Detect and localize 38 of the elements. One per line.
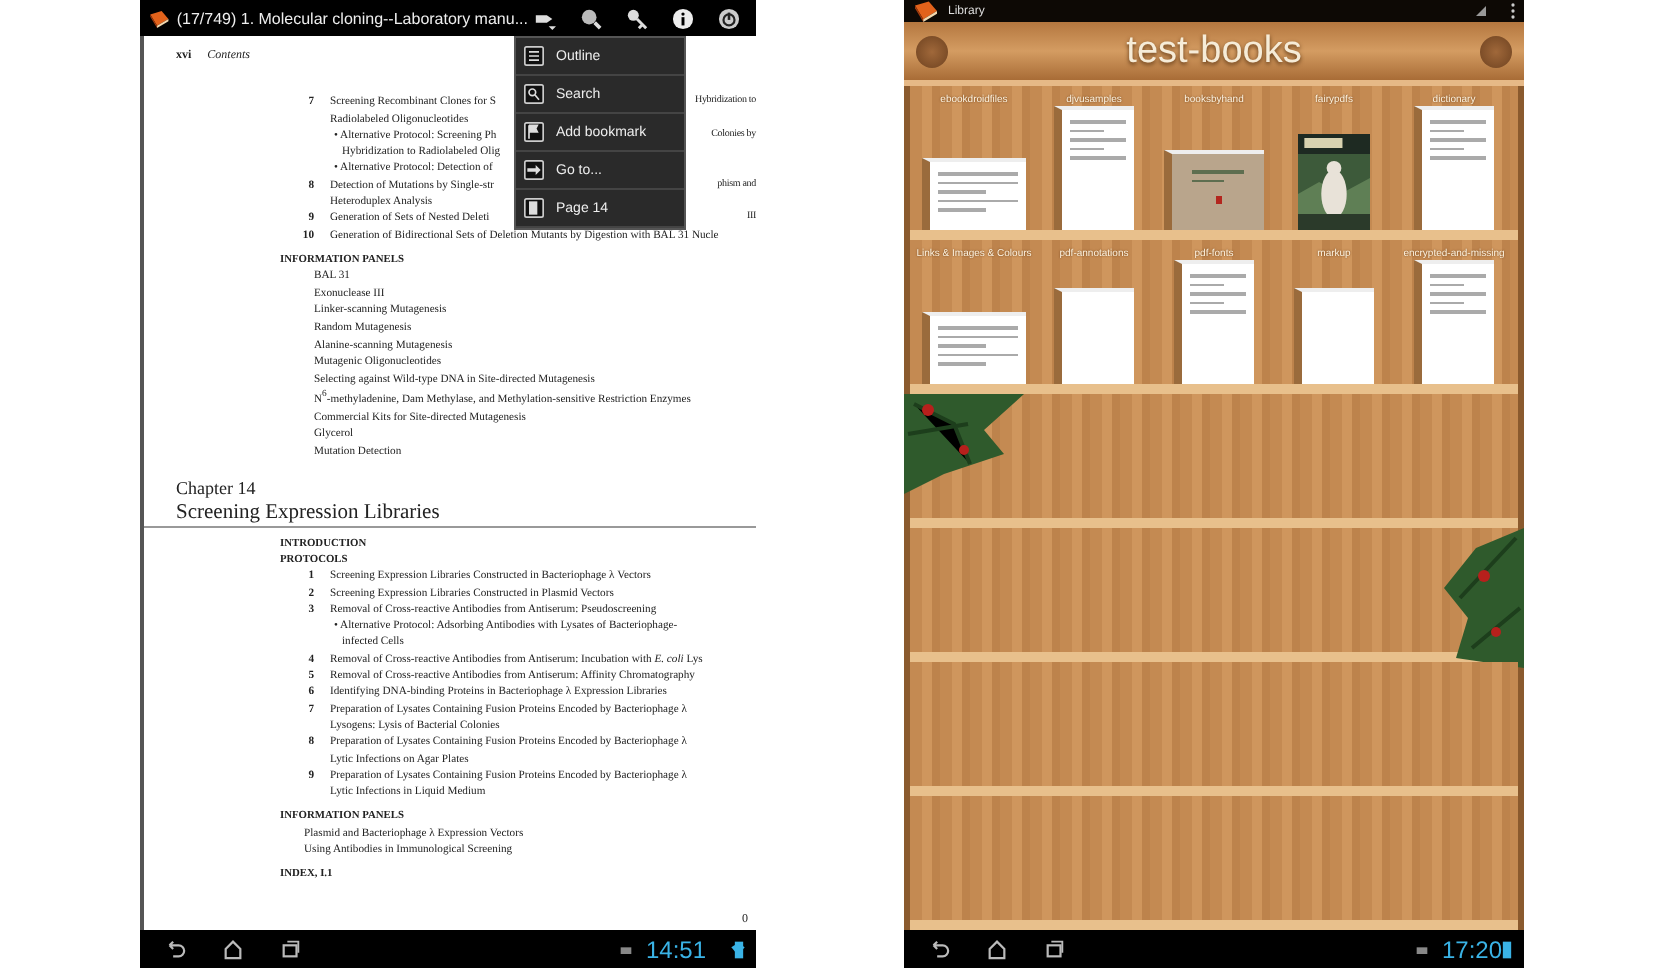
search-icon xyxy=(524,84,544,104)
previous-shelf-button[interactable] xyxy=(916,35,948,67)
arrow-icon xyxy=(524,160,544,180)
page-icon xyxy=(524,198,544,218)
zoom-icon[interactable] xyxy=(626,7,648,29)
notification-icon xyxy=(617,941,634,957)
power-icon[interactable] xyxy=(718,7,740,29)
book[interactable] xyxy=(1294,288,1374,384)
info-icon[interactable] xyxy=(672,7,694,29)
book[interactable] xyxy=(922,158,1026,230)
back-icon[interactable] xyxy=(928,938,950,960)
list-icon xyxy=(524,46,544,66)
book[interactable] xyxy=(1414,260,1494,384)
document-title: (17/749) 1. Molecular cloning--Laboratory manu... xyxy=(176,9,528,27)
bookmark-icon xyxy=(524,122,544,142)
garland-drawing xyxy=(904,394,1024,494)
search-icon[interactable] xyxy=(580,7,602,29)
notification-icon xyxy=(1413,941,1430,957)
home-icon[interactable] xyxy=(222,938,244,960)
book[interactable] xyxy=(1414,106,1494,230)
book[interactable] xyxy=(1054,106,1134,230)
book[interactable] xyxy=(1174,260,1254,384)
shelf-title: test-books xyxy=(1126,29,1302,73)
book-icon[interactable] xyxy=(912,0,940,22)
overflow-menu-icon[interactable] xyxy=(1510,2,1516,20)
home-icon[interactable] xyxy=(986,938,1008,960)
clock-time: 17:20 xyxy=(1441,935,1502,963)
back-icon[interactable] xyxy=(164,938,186,960)
chapter-label: Chapter 14 xyxy=(174,475,258,500)
chapter-title: Screening Expression Libraries xyxy=(144,499,756,528)
clock-time: 14:51 xyxy=(645,935,706,963)
recent-apps-icon[interactable] xyxy=(1044,938,1066,960)
book[interactable] xyxy=(1164,150,1264,230)
book[interactable] xyxy=(1054,288,1134,384)
recent-apps-icon[interactable] xyxy=(280,938,302,960)
book[interactable] xyxy=(922,312,1026,384)
signal-icon xyxy=(1476,6,1486,16)
next-shelf-button[interactable] xyxy=(1480,35,1512,67)
